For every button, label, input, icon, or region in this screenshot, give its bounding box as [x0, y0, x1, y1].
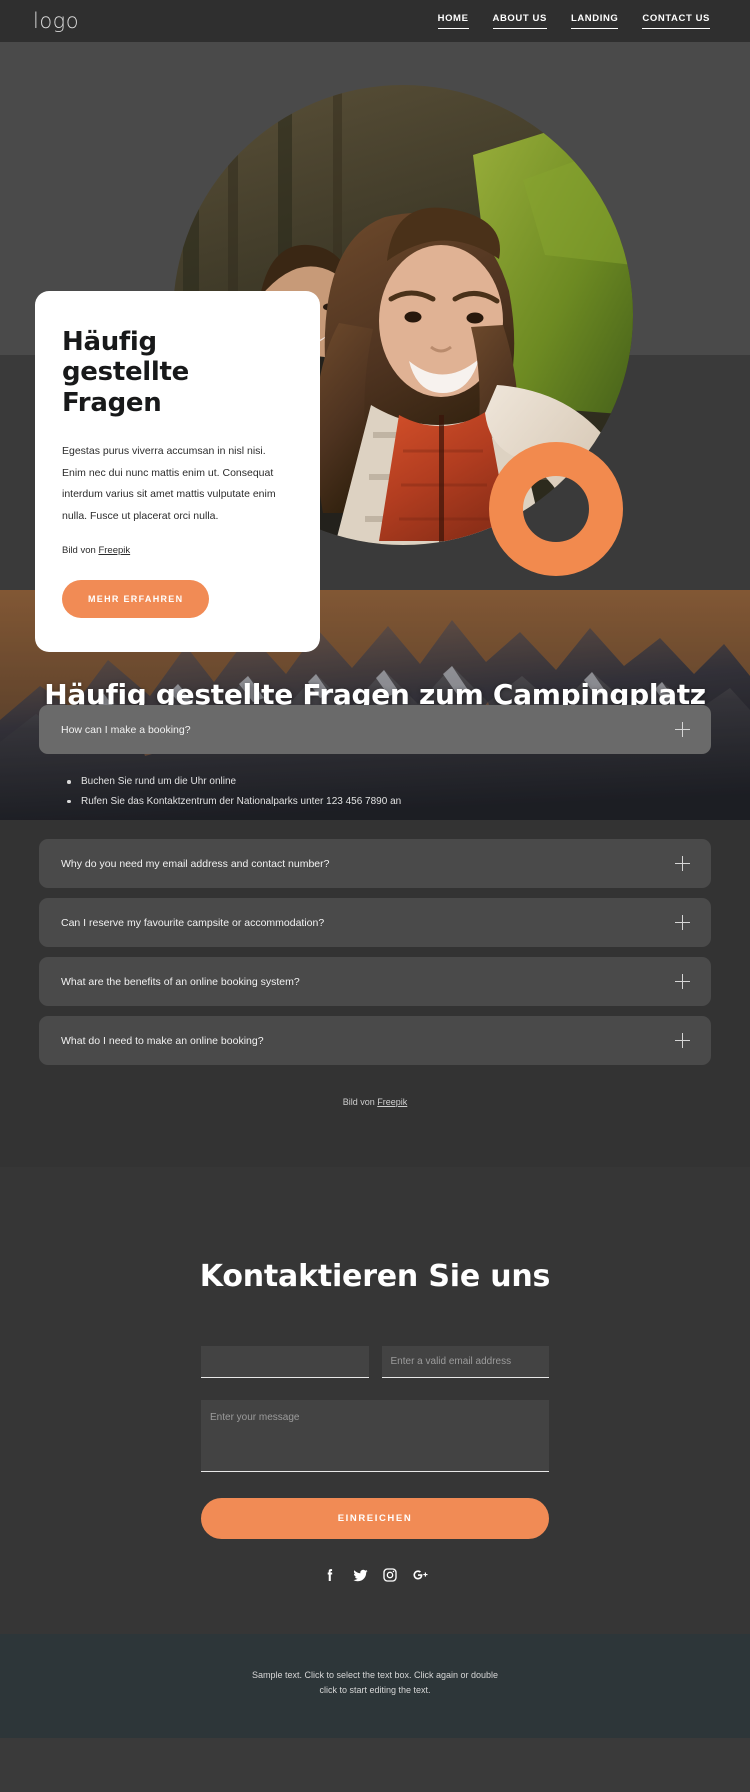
nav-item-contact-us[interactable]: CONTACT US: [642, 13, 710, 29]
list-item: Buchen Sie rund um die Uhr online: [65, 772, 711, 792]
faq-item-2: Why do you need my email address and con…: [39, 839, 711, 888]
hero-card-credit: Bild von Freepik: [62, 545, 290, 556]
faq-item-1-header[interactable]: How can I make a booking?: [39, 705, 711, 754]
site-logo[interactable]: logo: [33, 10, 79, 32]
social-links: [201, 1566, 549, 1584]
faq-item-5: What do I need to make an online booking…: [39, 1016, 711, 1065]
faq-accordion: How can I make a booking? Buchen Sie run…: [0, 705, 750, 1065]
mehr-erfahren-button[interactable]: MEHR ERFAHREN: [62, 580, 210, 619]
faq-section: Häufig gestellte Fragen zum Campingplatz…: [0, 590, 750, 1167]
faq-item-5-question: What do I need to make an online booking…: [61, 1034, 264, 1047]
nav-item-about-us[interactable]: ABOUT US: [492, 13, 547, 29]
facebook-icon[interactable]: [321, 1566, 339, 1584]
faq-item-4-header[interactable]: What are the benefits of an online booki…: [39, 957, 711, 1006]
instagram-icon[interactable]: [381, 1566, 399, 1584]
credit-prefix: Bild von: [62, 545, 99, 557]
freepik-link[interactable]: Freepik: [98, 545, 130, 556]
faq-item-4-question: What are the benefits of an online booki…: [61, 975, 300, 988]
hero-card: Häufig gestellte Fragen Egestas purus vi…: [35, 291, 320, 653]
faq-item-1: How can I make a booking? Buchen Sie run…: [39, 705, 711, 829]
faq-answer-list: Buchen Sie rund um die Uhr online Rufen …: [65, 772, 711, 811]
contact-title: Kontaktieren Sie uns: [199, 1259, 551, 1294]
plus-icon[interactable]: [675, 915, 690, 930]
faq-item-3-header[interactable]: Can I reserve my favourite campsite or a…: [39, 898, 711, 947]
plus-icon[interactable]: [675, 974, 690, 989]
footer-text[interactable]: Sample text. Click to select the text bo…: [245, 1668, 505, 1698]
google-plus-icon[interactable]: [411, 1566, 429, 1584]
faq-item-3: Can I reserve my favourite campsite or a…: [39, 898, 711, 947]
page-root: logo HOME ABOUT US LANDING CONTACT US Hä…: [0, 0, 750, 1738]
email-field[interactable]: [381, 1346, 549, 1378]
nav-item-home[interactable]: HOME: [437, 13, 469, 29]
faq-item-2-question: Why do you need my email address and con…: [61, 857, 330, 870]
contact-section: Kontaktieren Sie uns EINREICHEN: [0, 1167, 750, 1634]
faq-item-1-panel: Buchen Sie rund um die Uhr online Rufen …: [39, 754, 711, 829]
faq-item-4: What are the benefits of an online booki…: [39, 957, 711, 1006]
plus-icon[interactable]: [675, 1033, 690, 1048]
contact-form: EINREICHEN: [201, 1346, 549, 1584]
site-footer: Sample text. Click to select the text bo…: [0, 1634, 750, 1738]
site-header: logo HOME ABOUT US LANDING CONTACT US: [0, 0, 750, 42]
hero-card-title: Häufig gestellte Fragen: [62, 327, 189, 418]
hero-card-body: Egestas purus viverra accumsan in nisl n…: [62, 445, 276, 522]
freepik-link[interactable]: Freepik: [377, 1097, 407, 1107]
form-row-top: [201, 1346, 549, 1378]
credit-prefix: Bild von: [342, 1097, 378, 1107]
plus-icon[interactable]: [675, 856, 690, 871]
faq-credit: Bild von Freepik: [0, 1097, 750, 1107]
faq-item-2-header[interactable]: Why do you need my email address and con…: [39, 839, 711, 888]
list-item: Rufen Sie das Kontaktzentrum der Nationa…: [65, 792, 711, 812]
message-field[interactable]: [201, 1400, 549, 1472]
orange-ring-decoration: [489, 442, 623, 576]
submit-button[interactable]: EINREICHEN: [201, 1498, 549, 1539]
plus-icon[interactable]: [675, 722, 690, 737]
faq-item-3-question: Can I reserve my favourite campsite or a…: [61, 916, 325, 929]
hero-section: Häufig gestellte Fragen Egestas purus vi…: [0, 42, 750, 653]
faq-item-5-header[interactable]: What do I need to make an online booking…: [39, 1016, 711, 1065]
main-navigation: HOME ABOUT US LANDING CONTACT US: [437, 13, 710, 29]
twitter-icon[interactable]: [351, 1566, 369, 1584]
nav-item-landing[interactable]: LANDING: [570, 13, 619, 29]
name-field[interactable]: [201, 1346, 369, 1378]
faq-item-1-question: How can I make a booking?: [61, 723, 191, 736]
